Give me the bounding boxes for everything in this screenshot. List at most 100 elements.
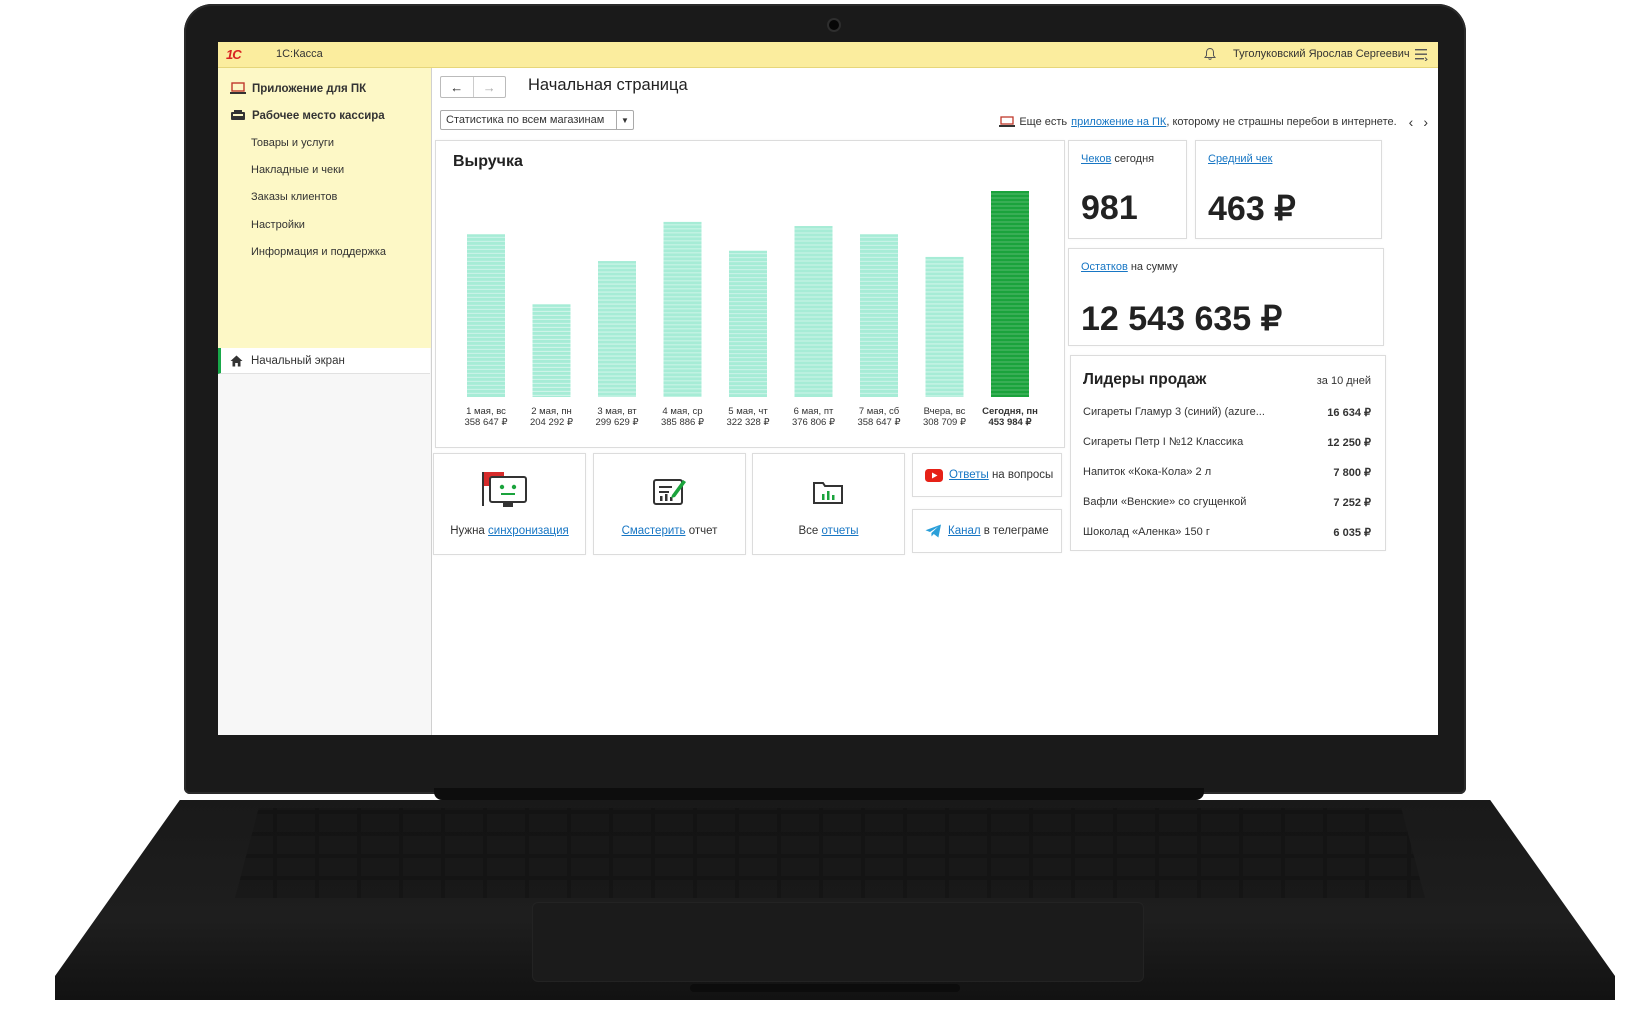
pc-app-link[interactable]: приложение на ПК bbox=[1071, 116, 1166, 128]
category-label: 7 мая, сб bbox=[859, 406, 900, 417]
value-label: 376 806 ₽ bbox=[792, 417, 836, 428]
sidebar-item-settings[interactable]: Настройки bbox=[251, 219, 305, 231]
promo-prefix: Еще есть bbox=[1019, 116, 1068, 128]
report-builder-text: Смастерить отчет bbox=[594, 525, 745, 537]
touchpad bbox=[532, 902, 1144, 982]
sidebar-item-invoices[interactable]: Накладные и чеки bbox=[251, 164, 344, 176]
checks-link[interactable]: Чеков bbox=[1081, 153, 1111, 165]
checks-suffix: сегодня bbox=[1111, 153, 1155, 165]
main-content: ← → Начальная страница Статистика по все… bbox=[432, 68, 1438, 735]
bell-icon[interactable] bbox=[1203, 47, 1217, 61]
revenue-bar[interactable] bbox=[729, 250, 767, 397]
telegram-icon bbox=[925, 524, 941, 538]
leader-value: 6 035 ₽ bbox=[1333, 527, 1371, 539]
leader-name: Сигареты Гламур 3 (синий) (azure... bbox=[1083, 406, 1265, 418]
revenue-bar[interactable] bbox=[467, 234, 505, 397]
sync-tile-text: Нужна синхронизация bbox=[434, 525, 585, 537]
hamburger-menu-icon[interactable] bbox=[1414, 48, 1428, 61]
youtube-icon bbox=[925, 468, 943, 482]
telegram-tile[interactable]: Канал в телеграме bbox=[912, 509, 1062, 553]
pc-app-promo: Еще есть приложение на ПК, которому не с… bbox=[999, 114, 1428, 130]
answers-tile[interactable]: Ответы на вопросы bbox=[912, 453, 1062, 497]
all-reports-prefix: Все bbox=[798, 525, 822, 537]
leaders-title: Лидеры продаж bbox=[1083, 371, 1207, 388]
checks-value: 981 bbox=[1081, 189, 1138, 227]
history-nav: ← → bbox=[440, 76, 506, 98]
all-reports-link[interactable]: отчеты bbox=[822, 525, 859, 537]
revenue-bar[interactable] bbox=[598, 261, 636, 397]
category-label: 3 мая, вт bbox=[597, 406, 637, 417]
category-label: 1 мая, вс bbox=[466, 406, 506, 417]
leader-name: Вафли «Венские» со сгущенкой bbox=[1083, 496, 1247, 508]
sidebar-item-cashier[interactable]: Рабочее место кассира bbox=[230, 109, 385, 122]
leader-name: Напиток «Кока-Кола» 2 л bbox=[1083, 466, 1212, 478]
answers-suffix: на вопросы bbox=[988, 469, 1054, 481]
back-button[interactable]: ← bbox=[441, 77, 474, 97]
value-label: 204 292 ₽ bbox=[530, 417, 574, 428]
store-filter-select[interactable]: Статистика по всем магазинам ▼ bbox=[440, 110, 634, 130]
revenue-panel: Выручка 1 мая, вс 358 647 ₽2 мая, пн 204 2… bbox=[435, 140, 1065, 448]
sidebar-item-pc-app[interactable]: Приложение для ПК bbox=[230, 82, 366, 95]
sync-prefix: Нужна bbox=[450, 525, 489, 537]
revenue-bar[interactable] bbox=[663, 221, 702, 397]
leader-value: 16 634 ₽ bbox=[1327, 407, 1371, 419]
all-reports-tile[interactable]: Все отчеты bbox=[752, 453, 905, 555]
sync-tile[interactable]: Нужна синхронизация bbox=[433, 453, 586, 555]
report-builder-link[interactable]: Смастерить bbox=[622, 525, 686, 537]
leader-row[interactable]: Шоколад «Аленка» 150 г 6 035 ₽ bbox=[1083, 526, 1371, 539]
leader-row[interactable]: Напиток «Кока-Кола» 2 л 7 800 ₽ bbox=[1083, 466, 1371, 479]
leader-value: 7 252 ₽ bbox=[1333, 497, 1371, 509]
sidebar-item-support[interactable]: Информация и поддержка bbox=[251, 246, 386, 258]
answers-link[interactable]: Ответы bbox=[949, 469, 989, 481]
app-title: 1С:Касса bbox=[276, 48, 323, 60]
category-label: Вчера, вс bbox=[924, 406, 966, 417]
arrow-left-icon: ← bbox=[450, 79, 464, 95]
avg-check-value: 463 ₽ bbox=[1208, 190, 1296, 228]
checks-label: Чеков сегодня bbox=[1081, 153, 1154, 165]
chevron-left-icon[interactable]: ‹ bbox=[1409, 114, 1414, 130]
page-title: Начальная страница bbox=[528, 76, 688, 94]
stock-suffix: на сумму bbox=[1127, 261, 1178, 273]
stock-value: 12 543 635 ₽ bbox=[1081, 300, 1283, 338]
leader-value: 7 800 ₽ bbox=[1333, 467, 1371, 479]
stock-link[interactable]: Остатков bbox=[1081, 261, 1128, 273]
sidebar-item-orders[interactable]: Заказы клиентов bbox=[251, 191, 337, 203]
sync-link[interactable]: синхронизация bbox=[488, 525, 569, 537]
category-label: Сегодня, пн bbox=[982, 406, 1038, 417]
user-name[interactable]: Туголуковский Ярослав Сергеевич bbox=[1233, 48, 1410, 60]
value-label: 299 629 ₽ bbox=[595, 417, 639, 428]
sidebar-item-label: Рабочее место кассира bbox=[252, 109, 385, 122]
category-label: 4 мая, ср bbox=[662, 406, 702, 417]
value-label: 453 984 ₽ bbox=[988, 417, 1032, 428]
report-builder-tile[interactable]: Смастерить отчет bbox=[593, 453, 746, 555]
laptop-hinge bbox=[434, 788, 1204, 800]
leader-row[interactable]: Вафли «Венские» со сгущенкой 7 252 ₽ bbox=[1083, 496, 1371, 509]
cash-register-icon bbox=[231, 110, 245, 120]
sidebar: Приложение для ПК Рабочее место кассира … bbox=[218, 68, 432, 735]
leader-value: 12 250 ₽ bbox=[1327, 437, 1371, 449]
leader-row[interactable]: Сигареты Гламур 3 (синий) (azure... 16 63… bbox=[1083, 406, 1371, 419]
leader-row[interactable]: Сигареты Петр I №12 Классика 12 250 ₽ bbox=[1083, 436, 1371, 449]
avg-check-link[interactable]: Средний чек bbox=[1208, 153, 1272, 165]
value-label: 358 647 ₽ bbox=[857, 417, 901, 428]
value-label: 308 709 ₽ bbox=[923, 417, 967, 428]
laptop-icon bbox=[999, 116, 1016, 127]
telegram-link[interactable]: Канал bbox=[948, 525, 981, 537]
report-builder-icon bbox=[653, 479, 686, 505]
laptop-icon bbox=[230, 82, 246, 94]
category-label: 2 мая, пн bbox=[531, 406, 572, 417]
forward-button[interactable]: → bbox=[474, 77, 506, 97]
avg-check-kpi: Средний чек 463 ₽ bbox=[1195, 140, 1382, 239]
sidebar-item-home[interactable]: Начальный экран bbox=[218, 348, 430, 374]
webcam bbox=[827, 18, 841, 32]
stock-label: Остатков на сумму bbox=[1081, 261, 1178, 273]
revenue-bar[interactable] bbox=[860, 234, 898, 397]
title-bar: 1С 1С:Касса Туголуковский Ярослав Сергее… bbox=[218, 42, 1438, 68]
chevron-right-icon[interactable]: › bbox=[1423, 114, 1428, 130]
revenue-bar[interactable] bbox=[794, 226, 833, 397]
reports-folder-icon bbox=[813, 482, 843, 504]
chevron-down-icon[interactable]: ▼ bbox=[616, 111, 633, 129]
sidebar-item-goods[interactable]: Товары и услуги bbox=[251, 137, 334, 149]
sidebar-sections: Приложение для ПК Рабочее место кассира … bbox=[218, 68, 431, 348]
laptop-notch bbox=[690, 984, 960, 992]
